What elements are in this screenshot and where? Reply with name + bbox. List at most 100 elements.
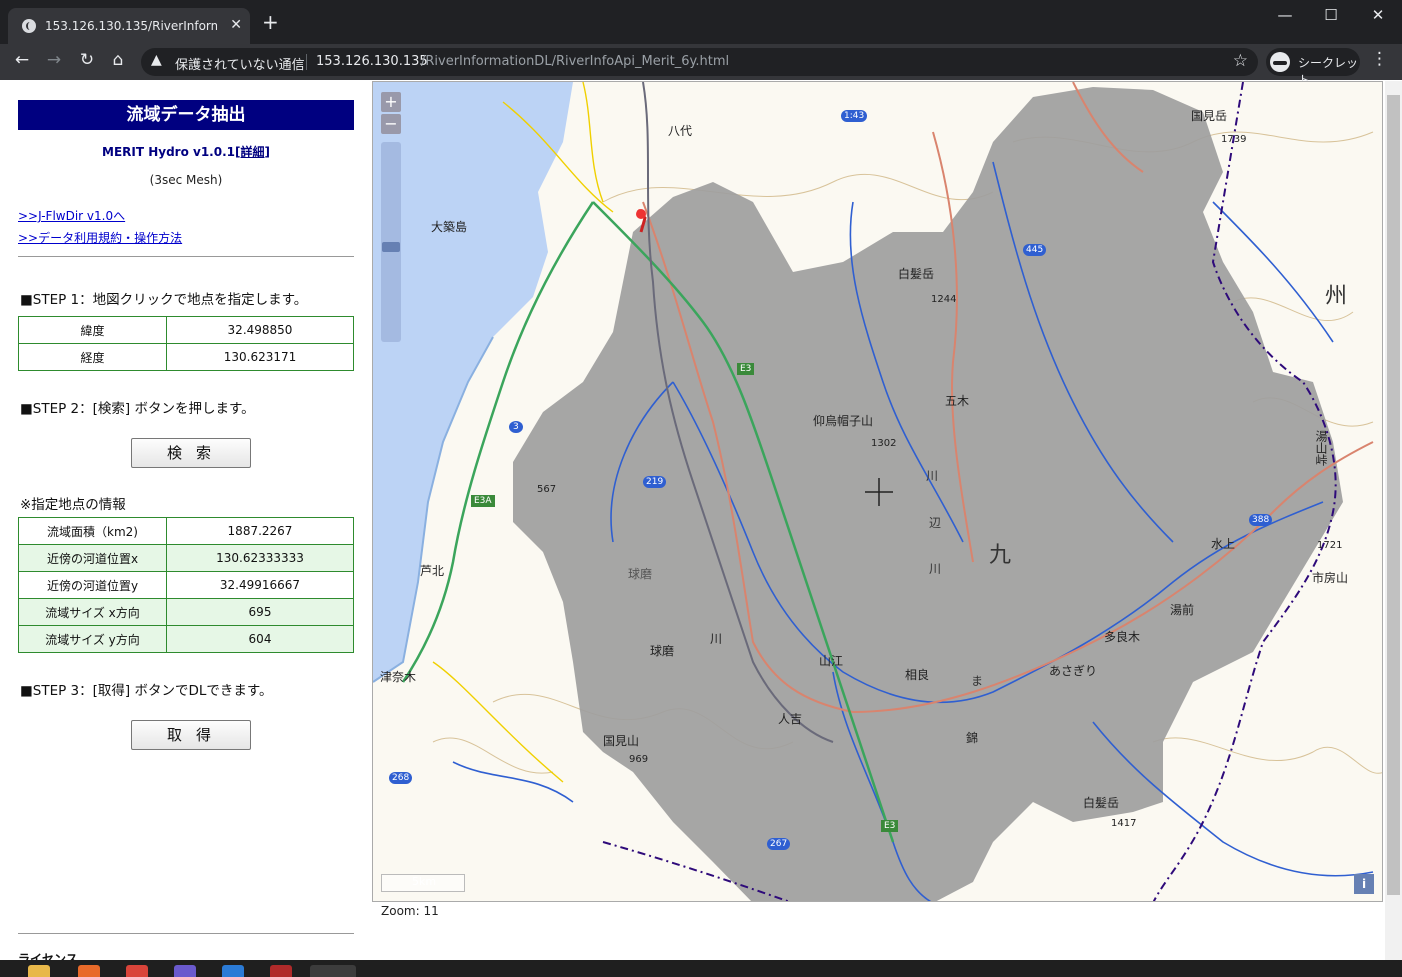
- map-canvas[interactable]: [373, 82, 1383, 902]
- map-label: 969: [629, 754, 649, 765]
- app-icon[interactable]: [78, 965, 100, 977]
- route-shield: 267: [767, 838, 791, 850]
- table-row: 流域面積（km2) 1887.2267: [18, 517, 354, 545]
- info-key: 流域サイズ y方向: [18, 625, 167, 653]
- map-label: 人吉: [778, 712, 803, 726]
- zoom-readout: Zoom: 11: [381, 904, 439, 918]
- security-status[interactable]: 保護されていない通信: [175, 54, 305, 73]
- coord-key: 経度: [18, 343, 167, 371]
- browser-tab-bar: 153.126.130.135/RiverInformatio ✕ + — ☐ …: [0, 0, 1402, 44]
- browser-toolbar: ← → ↻ ⌂ ▲ 保護されていない通信 153.126.130.135 /Ri…: [0, 44, 1402, 87]
- map-label: 球磨: [650, 644, 675, 658]
- active-app-icon[interactable]: [310, 965, 356, 977]
- step3-text: ■STEP 3：[取得] ボタンでDLできます。: [20, 683, 273, 699]
- browser-menu-icon[interactable]: ⋮: [1371, 49, 1388, 69]
- table-row: 流域サイズ x方向 695: [18, 598, 354, 626]
- route-shield: E3A: [471, 495, 495, 507]
- url-host[interactable]: 153.126.130.135: [316, 54, 428, 69]
- map-label: 1417: [1111, 818, 1137, 829]
- map-label: 市房山: [1312, 571, 1349, 585]
- divider: [18, 933, 354, 934]
- table-row: 流域サイズ y方向 604: [18, 625, 354, 653]
- map-label: 芦北: [420, 564, 445, 578]
- zoom-in-button[interactable]: +: [381, 92, 401, 112]
- maximize-button[interactable]: ☐: [1316, 6, 1346, 24]
- new-tab-button[interactable]: +: [262, 12, 279, 32]
- address-bar[interactable]: ▲ 保護されていない通信 153.126.130.135 /RiverInfor…: [141, 48, 1258, 76]
- map-label: 湯前: [1170, 603, 1195, 617]
- minimize-button[interactable]: —: [1270, 6, 1300, 24]
- route-shield: E3: [737, 363, 755, 375]
- map-label: 山江: [819, 654, 844, 668]
- incognito-icon: [1270, 52, 1290, 72]
- map-label: 州: [1325, 284, 1348, 309]
- jflwdir-link[interactable]: >>J-FlwDir v1.0へ: [18, 207, 125, 224]
- tab-close-icon[interactable]: ✕: [230, 17, 242, 33]
- url-divider: [306, 54, 307, 70]
- map-label: 567: [537, 484, 557, 495]
- os-taskbar: [0, 960, 1402, 977]
- mesh-resolution: (3sec Mesh): [149, 173, 223, 187]
- back-button[interactable]: ←: [10, 50, 34, 70]
- terms-link[interactable]: >>データ利用規約・操作方法: [18, 229, 182, 246]
- control-panel: 流域データ抽出 MERIT Hydro v1.0.1[詳細] (3sec Mes…: [0, 80, 371, 960]
- map-view[interactable]: + − 5km i 八代 大築島 白髪岳 1244 五木 仰烏帽子山 1302 …: [372, 81, 1383, 902]
- divider: [18, 256, 354, 257]
- info-value: 130.62333333: [166, 544, 354, 572]
- info-value: 32.49916667: [166, 571, 354, 599]
- pin-head: [636, 209, 646, 219]
- coord-key: 緯度: [18, 316, 167, 344]
- info-value: 604: [166, 625, 354, 653]
- map-label: 川: [929, 562, 942, 576]
- table-row: 近傍の河道位置x 130.62333333: [18, 544, 354, 572]
- warning-icon[interactable]: ▲: [151, 52, 162, 68]
- info-key: 流域サイズ x方向: [18, 598, 167, 626]
- map-label: 九: [989, 543, 1012, 568]
- table-row: 近傍の河道位置y 32.49916667: [18, 571, 354, 599]
- map-label: あさぎり: [1049, 664, 1098, 678]
- search-button[interactable]: 検索: [131, 438, 251, 468]
- info-key: 流域面積（km2): [18, 517, 167, 545]
- info-value: 1887.2267: [166, 517, 354, 545]
- map-label: 多良木: [1104, 630, 1141, 644]
- scale-bar: 5km: [381, 874, 465, 892]
- browser-tab[interactable]: 153.126.130.135/RiverInformatio ✕: [8, 8, 250, 44]
- tab-title: 153.126.130.135/RiverInformatio: [45, 19, 217, 33]
- url-path[interactable]: /RiverInformationDL/RiverInfoApi_Merit_6…: [421, 54, 729, 69]
- route-shield: 3: [509, 421, 523, 433]
- map-label: 八代: [668, 124, 693, 138]
- coord-value: 130.623171: [166, 343, 354, 371]
- route-shield: 445: [1023, 244, 1047, 256]
- file-explorer-icon[interactable]: [28, 965, 50, 977]
- table-row: 緯度 32.498850: [18, 316, 354, 344]
- dataset-bracket: ]: [264, 145, 270, 159]
- map-label: 1302: [871, 438, 897, 449]
- map-label: 白髪岳: [898, 267, 935, 281]
- scrollbar-thumb[interactable]: [1387, 95, 1400, 895]
- map-info-button[interactable]: i: [1354, 874, 1374, 894]
- map-label: 白髪岳: [1083, 796, 1120, 810]
- step2-text: ■STEP 2：[検索] ボタンを押します。: [20, 401, 255, 417]
- route-shield: 388: [1249, 514, 1273, 526]
- forward-button[interactable]: →: [42, 50, 66, 70]
- reload-button[interactable]: ↻: [75, 50, 99, 70]
- info-key: 近傍の河道位置x: [18, 544, 167, 572]
- zoom-out-button[interactable]: −: [381, 114, 401, 134]
- incognito-badge[interactable]: シークレット: [1266, 48, 1360, 87]
- chrome-icon[interactable]: [126, 965, 148, 977]
- vscode-icon[interactable]: [222, 965, 244, 977]
- window-close-button[interactable]: ✕: [1363, 6, 1393, 24]
- zoom-slider-handle[interactable]: [382, 242, 400, 252]
- map-label: 1244: [931, 294, 957, 305]
- bookmark-star-icon[interactable]: ☆: [1233, 51, 1248, 71]
- app-icon[interactable]: [270, 965, 292, 977]
- app-icon[interactable]: [174, 965, 196, 977]
- step1-text: ■STEP 1：地図クリックで地点を指定します。: [20, 292, 308, 308]
- page-scrollbar[interactable]: [1385, 81, 1402, 960]
- basin-shape: [513, 87, 1343, 901]
- get-button[interactable]: 取得: [131, 720, 251, 750]
- home-button[interactable]: ⌂: [106, 50, 130, 70]
- details-link[interactable]: 詳細: [240, 145, 264, 159]
- info-heading: ※指定地点の情報: [20, 497, 126, 513]
- route-shield: 268: [389, 772, 413, 784]
